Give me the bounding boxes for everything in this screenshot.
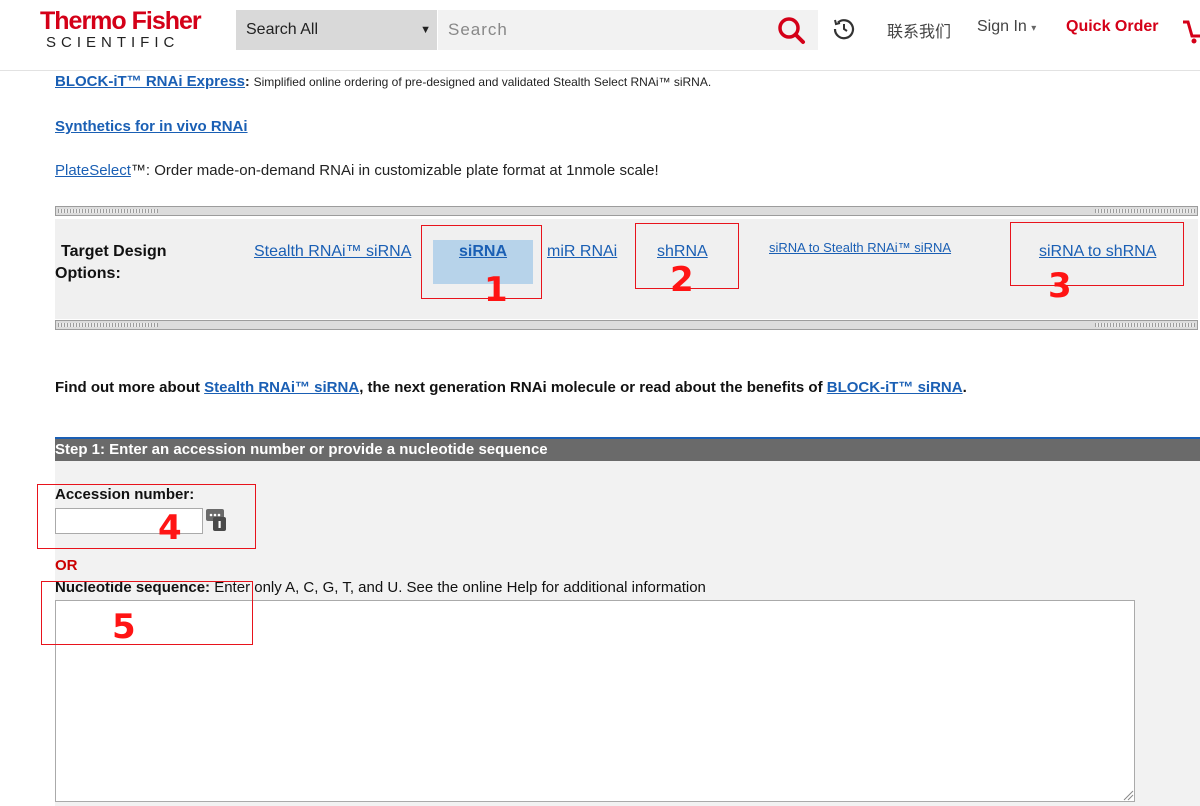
synthetics-link[interactable]: Synthetics for in vivo RNAi	[55, 118, 248, 135]
find-more-middle: , the next generation RNAi molecule or r…	[359, 379, 827, 396]
step-1-header: Step 1: Enter an accession number or pro…	[55, 437, 1200, 461]
option-mir-rnai[interactable]: miR RNAi	[547, 243, 617, 261]
target-design-label-line1: Target Design	[61, 243, 167, 260]
options-top-border	[55, 206, 1198, 216]
annotation-box-4	[37, 484, 256, 549]
nucleotide-sequence-hint: Enter only A, C, G, T, and U. See the on…	[210, 579, 706, 596]
annotation-box-5	[41, 581, 253, 645]
chevron-down-icon: ▾	[1031, 23, 1037, 34]
find-out-more-text: Find out more about Stealth RNAi™ siRNA,…	[55, 379, 967, 396]
options-bottom-border	[55, 320, 1198, 330]
plateselect-line: PlateSelect™: Order made-on-demand RNAi …	[55, 162, 659, 179]
block-it-sirna-link[interactable]: BLOCK-iT™ siRNA	[827, 379, 963, 396]
find-more-suffix: .	[962, 379, 967, 396]
search-scope-value: Search All	[246, 21, 319, 38]
plateselect-link[interactable]: PlateSelect	[55, 162, 131, 179]
block-it-express-description: Simplified online ordering of pre-design…	[253, 75, 712, 89]
search-icon[interactable]	[776, 15, 806, 45]
thermo-fisher-logo[interactable]: Thermo Fisher SCIENTIFIC	[40, 8, 220, 52]
or-label: OR	[55, 557, 78, 574]
annotation-number-1: 1	[484, 270, 508, 310]
history-icon[interactable]	[831, 16, 857, 42]
find-more-prefix: Find out more about	[55, 379, 205, 396]
block-it-express-line: BLOCK-iT™ RNAi Express: Simplified onlin…	[55, 73, 712, 90]
annotation-box-1	[421, 225, 542, 299]
quick-order-link[interactable]: Quick Order	[1066, 18, 1158, 36]
dropdown-caret-icon: ▼	[420, 24, 431, 36]
sign-in-label: Sign In	[977, 18, 1027, 35]
site-header: Thermo Fisher SCIENTIFIC Search All ▼ 联系…	[0, 0, 1200, 71]
annotation-number-3: 3	[1048, 266, 1072, 306]
option-stealth-rnai-sirna[interactable]: Stealth RNAi™ siRNA	[254, 243, 411, 261]
resize-handle-icon[interactable]	[1122, 789, 1134, 801]
sign-in-menu[interactable]: Sign In ▾	[977, 18, 1036, 36]
option-sirna-to-stealth[interactable]: siRNA to Stealth RNAi™ siRNA	[769, 240, 951, 255]
annotation-number-4: 4	[158, 508, 182, 548]
annotation-number-5: 5	[112, 607, 136, 647]
cart-icon[interactable]	[1182, 14, 1200, 44]
annotation-box-3	[1010, 222, 1184, 286]
stealth-rnai-sirna-link[interactable]: Stealth RNAi™ siRNA	[204, 379, 359, 396]
search-input[interactable]	[438, 10, 818, 50]
logo-wordmark: Thermo Fisher	[40, 7, 202, 35]
target-design-label-line2: Options:	[55, 265, 121, 282]
contact-us-link[interactable]: 联系我们	[887, 18, 951, 42]
synthetics-line: Synthetics for in vivo RNAi	[55, 118, 248, 135]
annotation-number-2: 2	[670, 260, 694, 300]
search-scope-select[interactable]: Search All ▼	[236, 10, 437, 50]
target-design-options-label: Target Design Options:	[55, 241, 167, 285]
plateselect-description: ™: Order made-on-demand RNAi in customiz…	[130, 162, 659, 179]
block-it-express-link[interactable]: BLOCK-iT™ RNAi Express	[55, 73, 245, 90]
logo-subtitle: SCIENTIFIC	[46, 34, 180, 51]
